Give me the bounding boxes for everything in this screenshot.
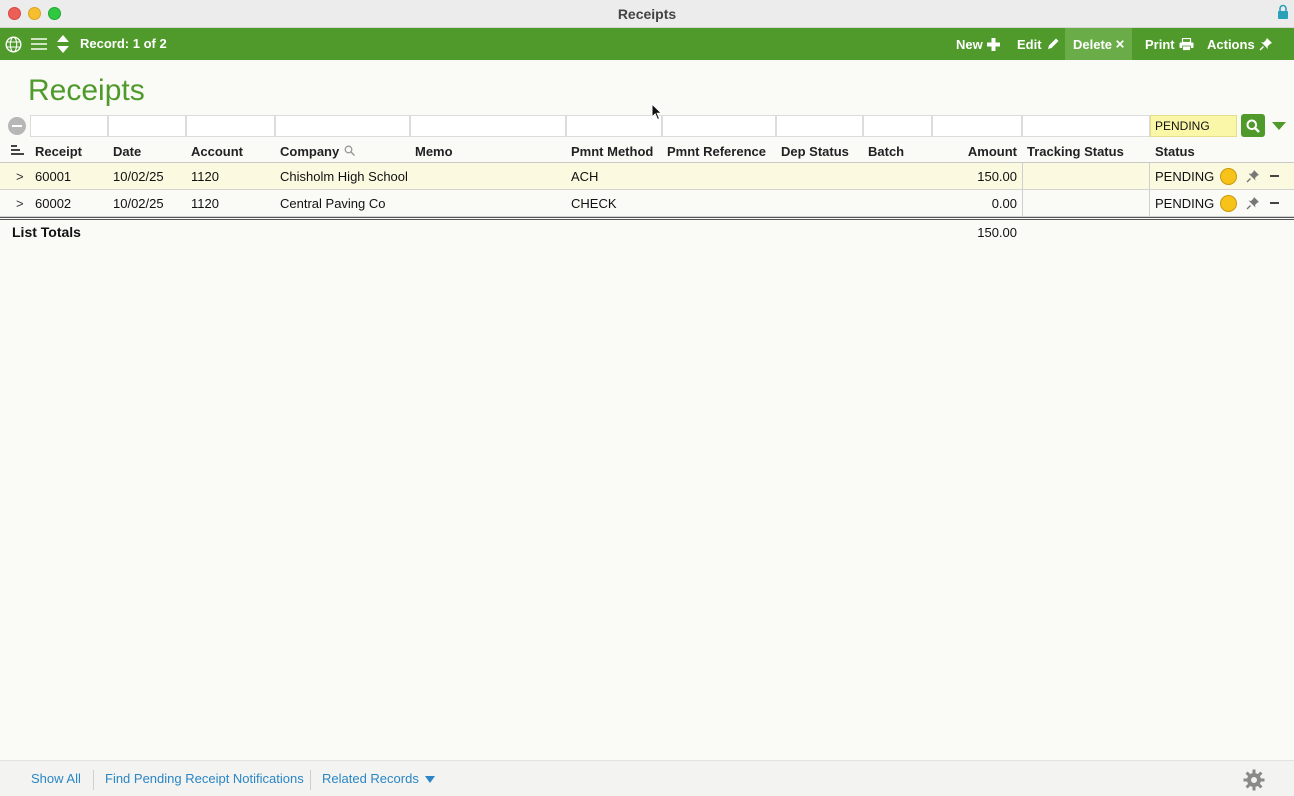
search-button[interactable]	[1241, 114, 1265, 137]
print-button-label: Print	[1145, 36, 1175, 52]
column-sort-icon[interactable]	[11, 145, 24, 156]
list-menu-icon[interactable]	[30, 28, 48, 60]
filter-batch[interactable]	[863, 115, 932, 137]
column-header-company[interactable]: Company	[280, 144, 339, 159]
search-icon	[1246, 119, 1260, 133]
related-records-link[interactable]: Related Records	[322, 771, 419, 786]
pending-status-indicator-icon	[1220, 168, 1237, 185]
cell-pmnt-method: ACH	[571, 169, 599, 184]
find-pending-receipt-notifications-link[interactable]: Find Pending Receipt Notifications	[105, 771, 304, 786]
cell-receipt: 60001	[35, 169, 72, 184]
column-header-date[interactable]: Date	[113, 144, 141, 159]
list-totals-amount: 150.00	[977, 225, 1017, 240]
print-button[interactable]: Print	[1137, 28, 1202, 60]
pushpin-icon[interactable]	[1245, 195, 1261, 211]
cell-company: Chisholm High School	[280, 169, 408, 184]
column-header-receipt[interactable]: Receipt	[35, 144, 82, 159]
filter-dep-status[interactable]	[776, 115, 863, 137]
pending-status-indicator-icon	[1220, 195, 1237, 212]
footer-divider	[310, 770, 311, 790]
filter-pmnt-method[interactable]	[566, 115, 662, 137]
filter-account[interactable]	[186, 115, 275, 137]
column-header-account[interactable]: Account	[191, 144, 243, 159]
edit-button-label: Edit	[1017, 36, 1042, 52]
clear-filters-icon[interactable]	[8, 117, 26, 135]
list-totals-label: List Totals	[12, 224, 81, 240]
filter-status[interactable]: PENDING	[1150, 115, 1237, 137]
filter-row: PENDING	[0, 113, 1294, 138]
gear-icon[interactable]	[1243, 769, 1265, 791]
totals-divider	[0, 217, 1294, 220]
column-header-status[interactable]: Status	[1155, 144, 1195, 159]
company-search-icon[interactable]	[344, 145, 355, 156]
table-header: Receipt Date Account Company Memo Pmnt M…	[0, 139, 1294, 163]
cell-amount: 150.00	[977, 169, 1017, 184]
cell-receipt: 60002	[35, 196, 72, 211]
column-header-tracking-status[interactable]: Tracking Status	[1027, 144, 1124, 159]
record-navigator-icon[interactable]	[55, 28, 71, 60]
cell-date: 10/02/25	[113, 169, 164, 184]
plus-icon	[986, 37, 1000, 51]
column-header-dep-status[interactable]: Dep Status	[781, 144, 849, 159]
cell-amount: 0.00	[991, 196, 1017, 211]
cell-pmnt-method: CHECK	[571, 196, 617, 211]
actions-button-label: Actions	[1207, 36, 1255, 52]
column-header-amount[interactable]: Amount	[937, 144, 1017, 159]
edit-button[interactable]: Edit	[1009, 28, 1068, 60]
table-row[interactable]: > 60002 10/02/25 1120 Central Paving Co …	[0, 190, 1294, 217]
filter-memo[interactable]	[410, 115, 566, 137]
column-header-batch[interactable]: Batch	[868, 144, 904, 159]
pushpin-icon[interactable]	[1245, 168, 1261, 184]
pushpin-icon	[1259, 38, 1272, 51]
row-expand-toggle[interactable]: >	[16, 169, 24, 184]
cell-account: 1120	[191, 169, 219, 184]
filter-date[interactable]	[108, 115, 186, 137]
new-button[interactable]: New	[948, 28, 1008, 60]
printer-icon	[1179, 37, 1194, 51]
filter-tracking-status[interactable]	[1022, 115, 1150, 137]
main-toolbar: Record: 1 of 2 New Edit Delete Print Act…	[0, 28, 1294, 60]
cell-company: Central Paving Co	[280, 196, 386, 211]
actions-button[interactable]: Actions	[1199, 28, 1281, 60]
footer-bar: Show All Find Pending Receipt Notificati…	[0, 760, 1294, 796]
pencil-icon	[1047, 38, 1059, 49]
lock-icon[interactable]	[1277, 4, 1289, 20]
cell-tracking-status	[1022, 163, 1150, 189]
cell-date: 10/02/25	[113, 196, 164, 211]
remove-row-icon[interactable]	[1270, 202, 1279, 204]
show-all-link[interactable]: Show All	[31, 771, 81, 786]
row-expand-toggle[interactable]: >	[16, 196, 24, 211]
column-header-memo[interactable]: Memo	[415, 144, 453, 159]
window-titlebar: Receipts	[0, 0, 1294, 28]
record-counter: Record: 1 of 2	[80, 36, 167, 51]
cell-status: PENDING	[1155, 196, 1215, 211]
table-row[interactable]: > 60001 10/02/25 1120 Chisholm High Scho…	[0, 163, 1294, 190]
footer-divider	[93, 770, 94, 790]
page-title: Receipts	[28, 74, 145, 107]
x-icon	[1116, 40, 1124, 48]
filter-options-dropdown-icon[interactable]	[1272, 122, 1286, 130]
column-header-pmnt-reference[interactable]: Pmnt Reference	[667, 144, 766, 159]
related-records-dropdown-icon[interactable]	[425, 776, 435, 783]
cell-status: PENDING	[1155, 169, 1215, 184]
filter-pmnt-reference[interactable]	[662, 115, 776, 137]
mouse-cursor-icon	[651, 103, 663, 121]
column-header-pmnt-method[interactable]: Pmnt Method	[571, 144, 653, 159]
remove-row-icon[interactable]	[1270, 175, 1279, 177]
cell-account: 1120	[191, 196, 219, 211]
filter-amount[interactable]	[932, 115, 1022, 137]
delete-button-label: Delete	[1073, 36, 1113, 52]
new-button-label: New	[956, 36, 983, 52]
filter-receipt[interactable]	[30, 115, 108, 137]
delete-button[interactable]: Delete	[1065, 28, 1132, 60]
globe-icon[interactable]	[4, 28, 22, 60]
filter-company[interactable]	[275, 115, 410, 137]
window-title: Receipts	[617, 6, 677, 22]
cell-tracking-status	[1022, 190, 1150, 216]
